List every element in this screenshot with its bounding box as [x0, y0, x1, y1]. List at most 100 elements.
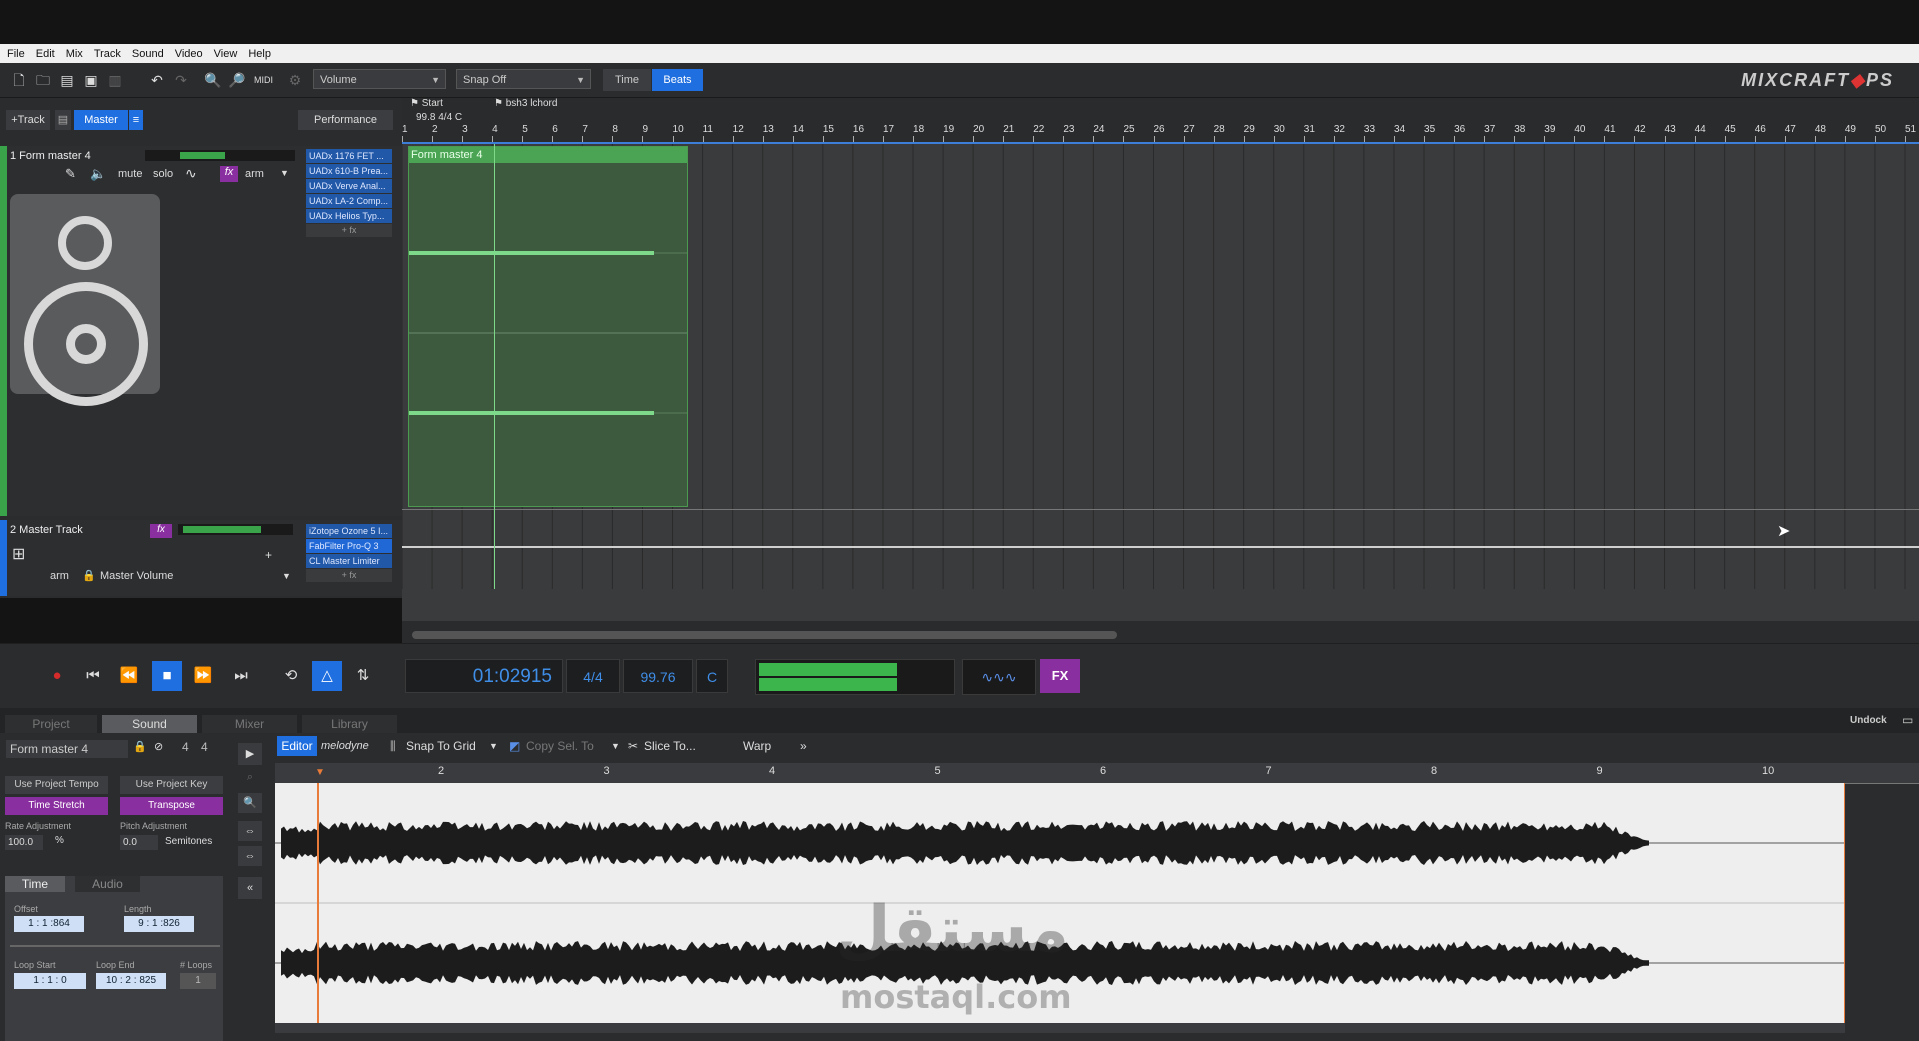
fit-horizontal-icon[interactable]: ⇔	[238, 821, 262, 841]
fx-slot[interactable]: UADx 610-B Prea...	[306, 164, 392, 178]
offset-value[interactable]: 1 : 1 :864	[14, 916, 84, 932]
snap-to-grid-icon[interactable]: ⫼	[390, 736, 396, 756]
tab-time[interactable]: Time	[5, 876, 65, 892]
menu-sound[interactable]: Sound	[132, 48, 164, 60]
arrangement-timeline[interactable]: ⚑ Start 99.8 4/4 C ⚑ bsh3 lchord 1234567…	[402, 98, 1919, 643]
fx-slot[interactable]: CL Master Limiter	[306, 554, 392, 568]
mute-button[interactable]: mute	[118, 168, 142, 180]
tab-library[interactable]: Library	[302, 715, 397, 733]
loop-end-value[interactable]: 10 : 2 : 825	[96, 973, 166, 989]
master-fx-button[interactable]: fx	[150, 524, 172, 538]
rewind-button[interactable]: ⏪	[114, 661, 144, 691]
menu-edit[interactable]: Edit	[36, 48, 55, 60]
master-fx-transport-button[interactable]: FX	[1040, 659, 1080, 693]
tab-sound[interactable]: Sound	[102, 715, 197, 733]
add-fx-button[interactable]: + fx	[306, 569, 392, 582]
spectrum-icon[interactable]: ∿∿∿	[962, 659, 1036, 695]
clip-end-marker[interactable]	[1844, 783, 1845, 1023]
chord-marker[interactable]: ⚑ bsh3 lchord	[494, 98, 557, 109]
zoom-icon[interactable]: 🔍	[238, 793, 262, 813]
speaker-icon[interactable]: 🔈	[90, 166, 106, 182]
editor-scrollbar[interactable]	[275, 1023, 1845, 1033]
zoom-out-icon[interactable]: 🔎	[228, 71, 246, 89]
tab-project[interactable]: Project	[5, 715, 97, 733]
master-button[interactable]: Master	[74, 110, 128, 130]
pitch-input[interactable]: 0.0	[120, 835, 158, 850]
bar-ruler[interactable]: ⚑ Start 99.8 4/4 C ⚑ bsh3 lchord 1234567…	[402, 98, 1919, 144]
mixdown-icon[interactable]: ▥	[106, 71, 124, 89]
audio-clip[interactable]: Form master 4	[408, 146, 688, 507]
loops-value[interactable]: 1	[180, 973, 216, 989]
menu-help[interactable]: Help	[248, 48, 271, 60]
clip-name-field[interactable]: Form master 4	[6, 740, 128, 758]
waveform-editor[interactable]: مستقل mostaql.com	[275, 783, 1845, 1023]
editor-playhead[interactable]	[317, 783, 319, 1023]
tab-audio[interactable]: Audio	[75, 876, 140, 892]
rate-input[interactable]: 100.0	[5, 835, 43, 850]
collapse-panel-icon[interactable]: «	[238, 877, 262, 899]
fx-slot[interactable]: UADx Verve Anal...	[306, 179, 392, 193]
solo-button[interactable]: solo	[153, 168, 173, 180]
sig-bottom[interactable]: 4	[201, 740, 208, 754]
volume-combo[interactable]: Volume ▼	[313, 69, 446, 89]
chevron-down-icon[interactable]: ▼	[489, 736, 498, 756]
menu-view[interactable]: View	[214, 48, 238, 60]
add-track-button[interactable]: +Track	[6, 110, 50, 130]
track-1-name[interactable]: 1 Form master 4	[10, 150, 91, 162]
melodyne-tab[interactable]: melodyne	[321, 736, 369, 756]
fx-button[interactable]: fx	[220, 166, 238, 182]
playhead[interactable]	[494, 144, 495, 589]
open-project-icon[interactable]: ▤	[58, 71, 76, 89]
minimize-icon[interactable]: ▭	[1902, 713, 1913, 727]
master-arm-button[interactable]: arm	[50, 570, 69, 582]
chevron-down-icon[interactable]: ▼	[282, 571, 291, 581]
expand-horizontal-icon[interactable]: ⇔	[238, 846, 262, 866]
editor-tab[interactable]: Editor	[277, 736, 317, 756]
new-file-icon[interactable]: 🗋	[10, 71, 28, 89]
tab-mixer[interactable]: Mixer	[202, 715, 297, 733]
time-signature-display[interactable]: 4/4	[566, 659, 620, 693]
track-2-name[interactable]: 2 Master Track	[10, 524, 83, 536]
loop-button[interactable]: ⟲	[276, 661, 306, 691]
fx-slot[interactable]: UADx LA-2 Comp...	[306, 194, 392, 208]
time-display[interactable]: 01:02915	[405, 659, 563, 693]
settings-gear-icon[interactable]: ⚙	[286, 71, 304, 89]
master-menu-icon[interactable]: ≡	[129, 110, 143, 130]
play-clip-icon[interactable]: ▶	[238, 743, 262, 765]
copy-icon[interactable]: ◩	[509, 736, 520, 756]
horizontal-scrollbar[interactable]	[412, 631, 1117, 639]
automation-icon[interactable]: ∿	[185, 165, 197, 182]
arm-button[interactable]: arm	[245, 168, 264, 180]
warp-button[interactable]: Warp	[743, 736, 771, 756]
rewind-to-start-button[interactable]: ⏮	[78, 661, 108, 691]
track-lanes[interactable]: Form master 4	[402, 144, 1919, 621]
punch-button[interactable]: ⇅	[348, 661, 378, 691]
loop-start-value[interactable]: 1 : 1 : 0	[14, 973, 86, 989]
fx-slot[interactable]: FabFilter Pro-Q 3	[306, 539, 392, 553]
length-value[interactable]: 9 : 1 :826	[124, 916, 194, 932]
sig-top[interactable]: 4	[182, 740, 189, 754]
disable-icon[interactable]: ⊘	[154, 740, 163, 753]
add-automation-icon[interactable]: +	[265, 548, 272, 562]
undock-button[interactable]: Undock	[1850, 715, 1887, 726]
fx-slot[interactable]: iZotope Ozone 5 I...	[306, 524, 392, 538]
more-button[interactable]: »	[800, 736, 807, 756]
time-stretch-button[interactable]: Time Stretch	[5, 797, 108, 815]
open-folder-icon[interactable]: 🗀	[34, 71, 52, 89]
master-volume-line[interactable]	[402, 546, 1919, 548]
tempo-display[interactable]: 99.76	[623, 659, 693, 693]
transpose-button[interactable]: Transpose	[120, 797, 223, 815]
add-fx-button[interactable]: + fx	[306, 224, 392, 237]
menu-video[interactable]: Video	[175, 48, 203, 60]
metronome-button[interactable]: △	[312, 661, 342, 691]
lock-icon[interactable]: 🔒	[133, 740, 147, 753]
pencil-icon[interactable]: ✎	[65, 166, 76, 182]
chevron-down-icon[interactable]: ▼	[280, 168, 289, 178]
skip-to-end-button[interactable]: ⏭	[226, 661, 256, 691]
time-tab[interactable]: Time	[603, 69, 651, 91]
start-marker[interactable]: ⚑ Start	[410, 98, 443, 109]
record-button[interactable]: ●	[42, 661, 72, 691]
zoom-in-icon[interactable]: 🔍	[204, 71, 222, 89]
chevron-down-icon[interactable]: ▼	[611, 736, 620, 756]
track-menu-icon[interactable]: ▤	[55, 110, 71, 130]
